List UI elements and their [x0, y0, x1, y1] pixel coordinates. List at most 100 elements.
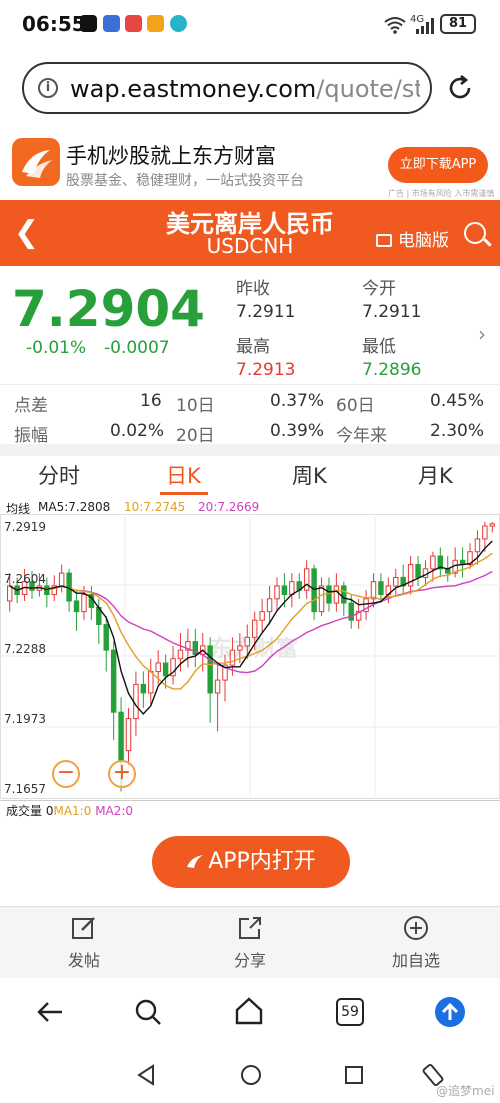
candle-body [489, 523, 496, 527]
system-recents-icon[interactable] [344, 1065, 364, 1085]
volume-legend: 成交量 0MA1:0 MA2:0 [6, 802, 133, 819]
url-text[interactable]: wap.eastmoney.com/quote/stoc [70, 75, 420, 103]
low-label: 最低 [362, 337, 396, 357]
signal-icon [416, 18, 434, 34]
prev-close-value: 7.2911 [236, 302, 296, 322]
ma10-legend: 10:7.2745 [124, 500, 186, 514]
download-app-button[interactable]: 立即下载APP [388, 147, 488, 183]
address-bar[interactable]: i wap.eastmoney.com/quote/stoc [22, 62, 432, 114]
volume-label: 成交量 [6, 804, 43, 818]
open-label: 今开 [362, 279, 396, 299]
system-back-icon[interactable] [136, 1064, 156, 1086]
candle-body [415, 564, 421, 578]
candle-body [103, 623, 109, 651]
battery-level: 81 [448, 16, 468, 31]
zoom-out-button[interactable]: − [52, 760, 80, 788]
add-icon [404, 916, 428, 940]
chart-tabs: 分时 日K 周K 月K [0, 456, 500, 496]
system-home-icon[interactable] [240, 1064, 262, 1086]
candle-body [6, 585, 13, 602]
ma20-legend: 20:7.2669 [198, 500, 260, 514]
open-value: 7.2911 [362, 302, 422, 322]
ad-banner[interactable]: 手机炒股就上东方财富 股票基金、稳健理财，一站式投资平台 立即下载APP 广告 … [0, 134, 500, 200]
low-value: 7.2896 [362, 360, 422, 380]
kline-chart[interactable]: 东方财富 7.2919 7.2604 7.2288 7.1973 7.1657 … [0, 514, 500, 800]
candle-body [125, 718, 132, 752]
back-arrow-icon[interactable] [36, 998, 64, 1026]
battery-indicator: 81 [440, 14, 476, 34]
tab-intraday[interactable]: 分时 [38, 460, 80, 490]
share-icon [239, 917, 261, 939]
candle-body [303, 568, 310, 591]
candle-body [482, 525, 488, 540]
amplitude-label: 振幅 [14, 426, 48, 446]
y-tick-label: 7.2288 [4, 642, 46, 656]
tab-monthly-k[interactable]: 月K [418, 460, 453, 490]
d20-label: 20日 [176, 426, 215, 446]
browser-nav-bar: 59 [0, 978, 500, 1048]
d60-value: 0.45% [430, 391, 485, 411]
candle-body [229, 649, 236, 666]
search-icon[interactable] [464, 222, 486, 244]
info-icon[interactable]: i [38, 78, 58, 98]
app-icon [170, 15, 187, 32]
search-icon[interactable] [134, 998, 162, 1026]
tab-weekly-k[interactable]: 周K [292, 460, 327, 490]
open-in-app-button[interactable]: APP内打开 [152, 836, 350, 888]
edit-icon [72, 917, 95, 939]
pc-version-link[interactable]: 电脑版 [376, 226, 449, 251]
candle-body [474, 538, 481, 553]
candle-body [274, 585, 280, 600]
quote-summary: 7.2904 -0.01% -0.0007 昨收 7.2911 今开 7.291… [0, 266, 500, 384]
action-bar: 发帖 分享 加自选 [0, 906, 500, 978]
share-label: 分享 [233, 951, 266, 970]
candle-body [207, 645, 213, 694]
quote-header: ❮ 美元离岸人民币 USDCNH 电脑版 [0, 200, 500, 266]
high-label: 最高 [236, 337, 270, 357]
zoom-in-button[interactable]: + [108, 760, 136, 788]
candle-body [81, 594, 87, 613]
candle-body [266, 598, 273, 613]
ad-footnote: 广告 | 市场有风险 入市需谨慎 [388, 189, 495, 198]
pc-version-label: 电脑版 [398, 231, 449, 251]
eastmoney-logo-icon [12, 138, 60, 186]
tab-count-button[interactable]: 59 [336, 998, 364, 1026]
post-button[interactable]: 发帖 [34, 915, 134, 971]
kline-svg: 东方财富 [0, 514, 500, 799]
chart-watermark: 东方财富 [210, 636, 298, 662]
d10-label: 10日 [176, 396, 215, 416]
add-watchlist-label: 加自选 [391, 951, 440, 970]
high-value: 7.2913 [236, 360, 296, 380]
url-path: /quote/stoc [316, 75, 420, 103]
add-watchlist-button[interactable]: 加自选 [366, 915, 466, 971]
candle-body [378, 581, 384, 596]
y-tick-label: 7.1657 [4, 782, 46, 796]
upload-icon[interactable] [434, 996, 466, 1028]
monitor-icon [376, 234, 392, 247]
app-icon [103, 15, 120, 32]
volume-ma1: MA1:0 [53, 804, 92, 818]
candle-body [118, 711, 124, 762]
candle-body [393, 576, 399, 587]
share-button[interactable]: 分享 [200, 915, 300, 971]
divider [0, 444, 500, 456]
candle-body [289, 581, 295, 596]
app-icon [147, 15, 164, 32]
y-tick-label: 7.2604 [4, 572, 46, 586]
watermark-text: @追梦mei [436, 1084, 495, 1098]
d60-label: 60日 [336, 396, 375, 416]
spread-label: 点差 [14, 396, 48, 416]
candle-body [110, 649, 117, 713]
candle-body [259, 611, 265, 621]
d10-value: 0.37% [270, 391, 325, 411]
candle-body [140, 683, 147, 694]
candle-body [73, 600, 80, 613]
reload-icon[interactable] [446, 74, 474, 102]
candle-body [341, 585, 347, 604]
tab-daily-k[interactable]: 日K [166, 460, 201, 490]
expand-chevron-icon[interactable]: › [478, 322, 486, 346]
home-icon[interactable] [234, 996, 264, 1026]
candle-body [370, 581, 377, 600]
candle-body [155, 662, 161, 673]
wifi-icon [384, 17, 406, 34]
